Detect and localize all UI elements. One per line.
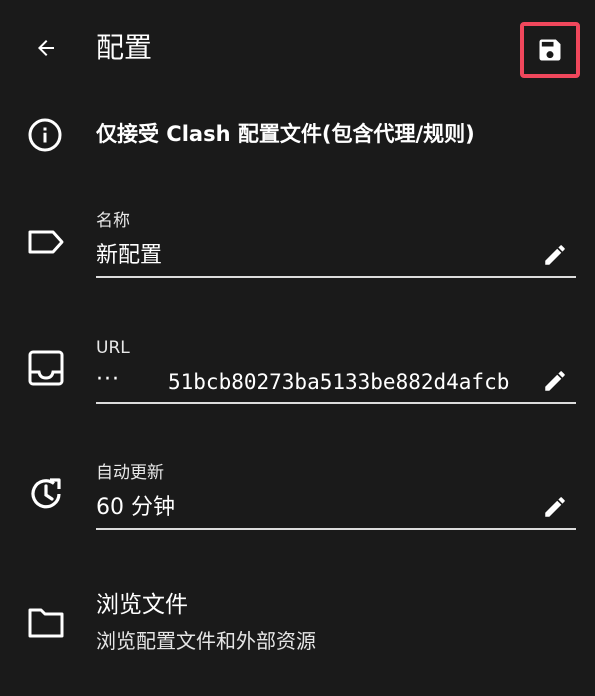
edit-url-button[interactable] [538,364,572,398]
url-field-label: URL [96,338,130,358]
pencil-icon [545,497,565,517]
browse-files-subtitle: 浏览配置文件和外部资源 [96,629,316,653]
arrow-back-icon [38,40,54,56]
browse-files-title: 浏览文件 [96,592,188,618]
auto-update-field[interactable]: 60 分钟 [96,490,576,530]
pencil-icon [545,245,565,265]
name-field[interactable]: 新配置 [96,238,576,278]
name-field-label: 名称 [96,211,130,231]
auto-update-value: 60 分钟 [96,495,175,520]
save-button[interactable] [520,22,580,78]
edit-auto-update-button[interactable] [538,490,572,524]
info-message: 仅接受 Clash 配置文件(包含代理/规则) [96,122,475,146]
back-button[interactable] [28,30,64,66]
url-ellipsis: ··· [96,367,120,392]
info-icon [28,118,62,152]
auto-update-label: 自动更新 [96,463,164,483]
label-icon [26,222,66,262]
url-field-value: 51bcb80273ba5133be882d4afcb [168,370,510,394]
profile-edit-screen: 配置 仅接受 Clash 配置文件(包含代理/规则) 名称 新配置 URL ··… [0,0,595,696]
url-value-clip: ··· 51bcb80273ba5133be882d4afcb [96,364,528,402]
page-title: 配置 [96,31,153,64]
folder-icon [26,602,66,642]
name-field-value: 新配置 [96,243,163,268]
edit-name-button[interactable] [538,238,572,272]
save-icon [539,39,561,61]
pencil-icon [545,371,565,391]
update-icon [26,474,66,514]
inbox-icon [26,348,66,388]
url-field[interactable]: ··· 51bcb80273ba5133be882d4afcb [96,364,576,404]
